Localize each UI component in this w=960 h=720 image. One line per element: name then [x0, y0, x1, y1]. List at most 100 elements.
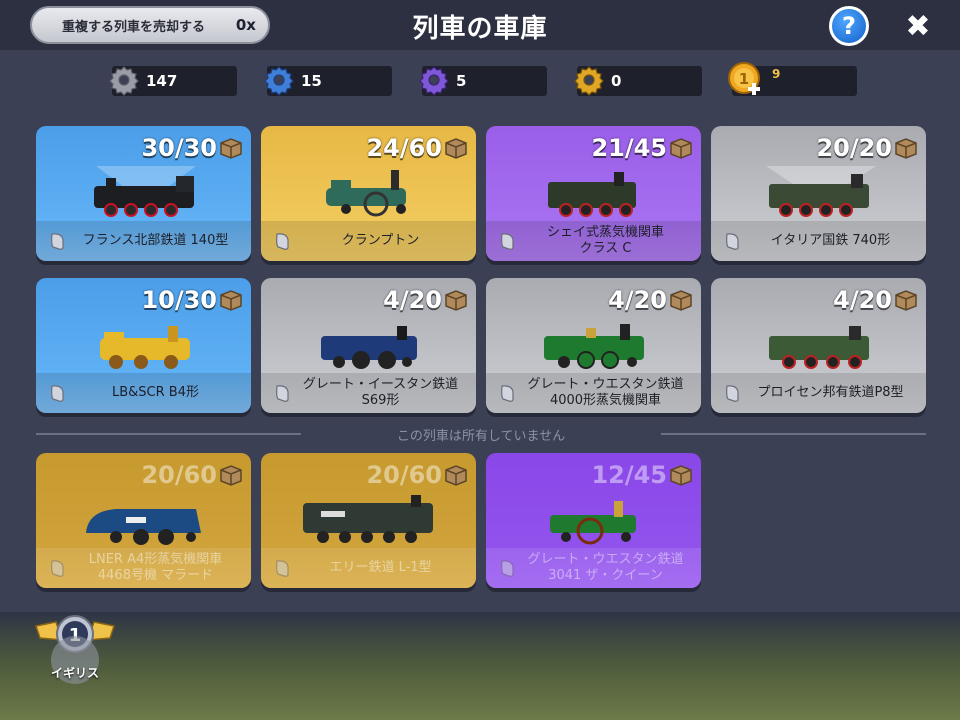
train-name-bar: グレート・ウエスタン鉄道 3041 ザ・クイーン: [486, 548, 701, 588]
purple-gear-icon: [419, 66, 449, 96]
locomotive-image: [766, 166, 876, 217]
train-count: 12/45: [591, 461, 667, 489]
train-card[interactable]: 12/45 グレート・ウエスタン鉄道 3041 ザ・クイーン: [486, 453, 701, 588]
crate-icon: [445, 465, 467, 486]
crate-icon: [445, 138, 467, 159]
locomotive-image: [550, 501, 636, 545]
whistle-icon: [51, 385, 64, 402]
close-icon: ✖: [905, 8, 931, 44]
train-name-bar: フランス北部鉄道 140型: [36, 221, 251, 261]
train-card[interactable]: 20/20 イタリア国鉄 740形: [711, 126, 926, 261]
train-card[interactable]: 4/20 グレート・イースタン鉄道 S69形: [261, 278, 476, 413]
train-card[interactable]: 20/60 エリー鉄道 L-1型: [261, 453, 476, 588]
sell-count: 0x: [235, 16, 256, 34]
blue-gear-icon: [264, 66, 294, 96]
page-title: 列車の車庫: [412, 14, 548, 44]
train-count: 20/60: [141, 461, 217, 489]
train-name-bar: シェイ式蒸気機関車 クラス C: [486, 221, 701, 261]
coin-level: 1: [739, 70, 749, 88]
help-icon: ?: [842, 12, 856, 40]
train-name: シェイ式蒸気機関車 クラス C: [546, 225, 664, 256]
grey-gear-value: 147: [146, 72, 178, 90]
train-count: 4/20: [383, 286, 442, 314]
whistle-icon: [726, 385, 739, 402]
train-count: 21/45: [591, 134, 667, 162]
locomotive-image: [94, 166, 196, 217]
gold-coin-icon: 1: [728, 62, 760, 95]
whistle-icon: [276, 233, 289, 250]
train-count: 30/30: [141, 134, 217, 162]
train-name: クランプトン: [341, 233, 420, 248]
whistle-icon: [501, 233, 514, 250]
whistle-icon: [501, 385, 514, 402]
train-count: 4/20: [833, 286, 892, 314]
resource-gold-gear: 0: [574, 66, 702, 96]
crate-icon: [895, 290, 917, 311]
train-name: LB&SCR B4形: [112, 385, 199, 400]
train-name-bar: LB&SCR B4形: [36, 373, 251, 413]
train-name: グレート・イースタン鉄道 S69形: [302, 377, 459, 408]
train-name-bar: イタリア国鉄 740形: [711, 221, 926, 261]
whistle-icon: [501, 560, 514, 577]
gold-gear-value: 0: [611, 72, 622, 90]
blue-gear-value: 15: [301, 72, 322, 90]
locomotive-image: [769, 326, 869, 369]
grey-gear-icon: [109, 66, 139, 96]
locomotive-image: [86, 509, 201, 545]
resource-purple-gear: 5: [419, 66, 547, 96]
purple-gear-value: 5: [456, 72, 467, 90]
region-label: イギリス: [50, 666, 99, 680]
crate-icon: [445, 290, 467, 311]
sell-duplicates-button[interactable]: 重複する列車を売却する 0x: [30, 6, 270, 44]
train-card[interactable]: 30/30 フランス北部鉄道 140型: [36, 126, 251, 261]
train-count: 24/60: [366, 134, 442, 162]
train-name-bar: LNER A4形蒸気機関車 4468号機 マラード: [36, 548, 251, 588]
train-name-bar: エリー鉄道 L-1型: [261, 548, 476, 588]
locomotive-image: [544, 324, 644, 369]
locomotive-image: [100, 326, 190, 369]
resource-grey-gear: 147: [109, 66, 237, 96]
whistle-icon: [51, 233, 64, 250]
sell-duplicates-label: 重複する列車を売却する: [62, 19, 206, 35]
close-button[interactable]: ✖: [898, 6, 938, 46]
crate-icon: [220, 290, 242, 311]
train-name: エリー鉄道 L-1型: [329, 560, 432, 575]
train-name: フランス北部鉄道 140型: [82, 233, 229, 248]
train-name: プロイセン邦有鉄道P8型: [757, 385, 904, 400]
train-name-bar: クランプトン: [261, 221, 476, 261]
whistle-icon: [276, 385, 289, 402]
unowned-divider-text: この列車は所有していません: [396, 428, 566, 444]
train-card[interactable]: 10/30 LB&SCR B4形: [36, 278, 251, 413]
train-count: 10/30: [141, 286, 217, 314]
train-count: 4/20: [608, 286, 667, 314]
train-name: グレート・ウエスタン鉄道 3041 ザ・クイーン: [527, 552, 684, 583]
crate-icon: [670, 138, 692, 159]
train-card[interactable]: 4/20 プロイセン邦有鉄道P8型: [711, 278, 926, 413]
resource-blue-gear: 15: [264, 66, 392, 96]
train-name: グレート・ウエスタン鉄道 4000形蒸気機関車: [527, 377, 684, 408]
coin-badge: 9: [772, 67, 781, 81]
train-card[interactable]: 21/45 シェイ式蒸気機関車 クラス C: [486, 126, 701, 261]
crate-icon: [220, 138, 242, 159]
train-name: イタリア国鉄 740形: [770, 233, 891, 248]
locomotive-image: [321, 326, 417, 369]
crate-icon: [670, 465, 692, 486]
train-card[interactable]: 24/60 クランプトン: [261, 126, 476, 261]
whistle-icon: [726, 233, 739, 250]
locomotive-image: [303, 495, 433, 543]
crate-icon: [670, 290, 692, 311]
train-count: 20/20: [816, 134, 892, 162]
train-name-bar: グレート・ウエスタン鉄道 4000形蒸気機関車: [486, 373, 701, 413]
resource-gold-coin[interactable]: 1 9: [728, 62, 857, 96]
locomotive-image: [326, 170, 406, 217]
help-button[interactable]: ?: [829, 6, 869, 46]
gold-gear-icon: [574, 66, 604, 96]
train-name-bar: グレート・イースタン鉄道 S69形: [261, 373, 476, 413]
train-name: LNER A4形蒸気機関車 4468号機 マラード: [88, 552, 223, 583]
train-name-bar: プロイセン邦有鉄道P8型: [711, 373, 926, 413]
train-card[interactable]: 4/20 グレート・ウエスタン鉄道 4000形蒸気機関車: [486, 278, 701, 413]
locomotive-image: [548, 172, 636, 217]
train-card[interactable]: 20/60 LNER A4形蒸気機関車 4468号機 マラード: [36, 453, 251, 588]
whistle-icon: [51, 560, 64, 577]
crate-icon: [895, 138, 917, 159]
